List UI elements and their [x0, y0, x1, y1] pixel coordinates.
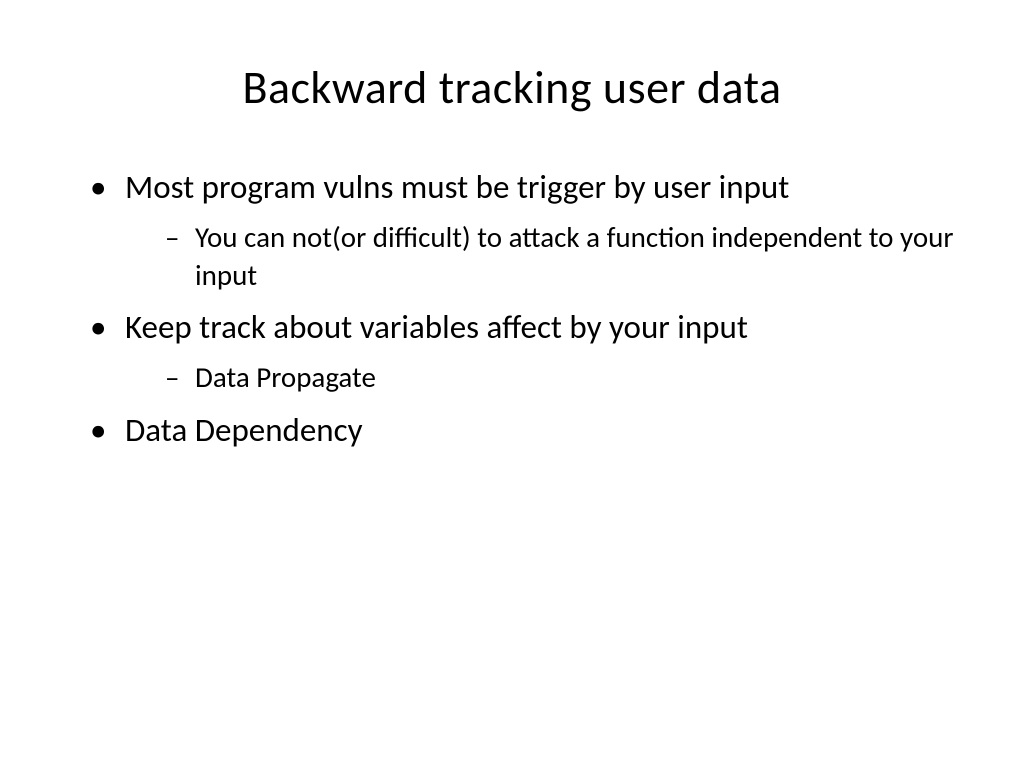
bullet-text: Most program vulns must be trigger by us…: [125, 167, 789, 207]
bullet-text: Data Dependency: [125, 410, 363, 450]
bullet-item: Most program vulns must be trigger by us…: [90, 166, 954, 294]
bullet-item: Keep track about variables affect by you…: [90, 306, 954, 397]
bullet-list: Most program vulns must be trigger by us…: [70, 166, 954, 452]
sub-list: Data Propagate: [125, 359, 954, 397]
sub-item: Data Propagate: [165, 359, 954, 397]
sub-list: You can not(or difficult) to attack a fu…: [125, 219, 954, 294]
sub-item: You can not(or difficult) to attack a fu…: [165, 219, 954, 294]
bullet-text: Keep track about variables affect by you…: [125, 307, 748, 347]
slide-title: Backward tracking user data: [70, 60, 954, 116]
sub-text: Data Propagate: [195, 359, 376, 395]
bullet-item: Data Dependency: [90, 409, 954, 452]
sub-text: You can not(or difficult) to attack a fu…: [195, 219, 953, 293]
